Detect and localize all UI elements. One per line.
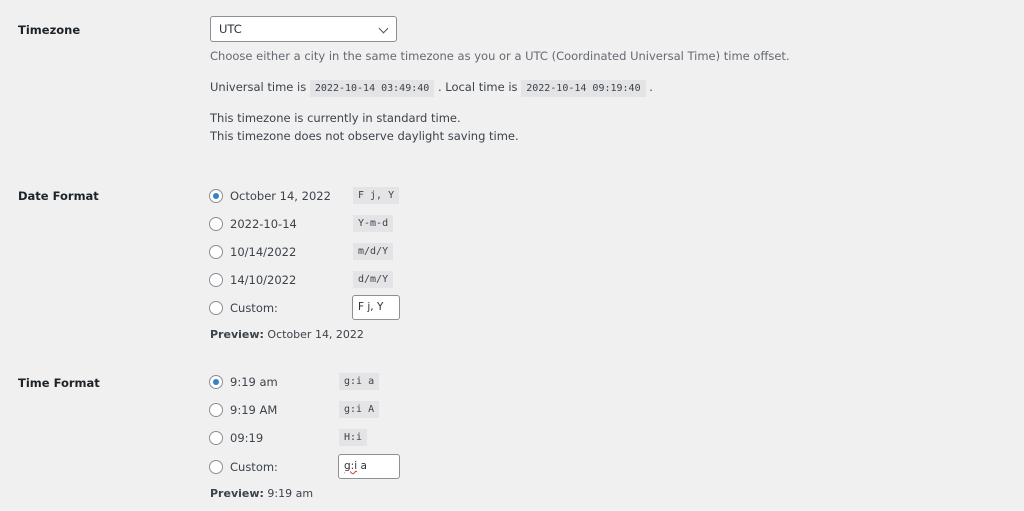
radio-icon[interactable] (209, 245, 223, 259)
time-option-format: g:i A (339, 401, 380, 418)
radio-checked-icon[interactable] (209, 189, 223, 203)
timezone-description: Choose either a city in the same timezon… (210, 49, 790, 63)
time-option-label: 9:19 am (230, 375, 278, 389)
date-preview-label: Preview: (210, 328, 264, 341)
local-time-value: 2022-10-14 09:19:40 (521, 80, 646, 97)
time-preview: Preview: 9:19 am (210, 487, 313, 500)
date-option-label: October 14, 2022 (230, 189, 331, 203)
date-custom-label: Custom: (230, 301, 278, 315)
radio-icon[interactable] (209, 403, 223, 417)
universal-time-value: 2022-10-14 03:49:40 (309, 80, 435, 97)
time-custom-value-rest: a (357, 460, 367, 472)
timezone-status-dst: This timezone does not observe daylight … (210, 129, 519, 143)
radio-icon[interactable] (209, 460, 223, 474)
date-option-format: m/d/Y (353, 243, 394, 260)
spellcheck-underline: g:i (344, 460, 358, 472)
time-option-format: g:i a (339, 373, 380, 390)
date-preview: Preview: October 14, 2022 (210, 328, 364, 341)
date-format-label: Date Format (18, 189, 99, 203)
universal-time-prefix: Universal time is (210, 80, 307, 94)
radio-icon[interactable] (209, 431, 223, 445)
time-preview-value: 9:19 am (267, 487, 314, 500)
date-option-label: 14/10/2022 (230, 273, 297, 287)
time-preview-label: Preview: (210, 487, 264, 500)
local-time-suffix: . (649, 80, 653, 94)
time-custom-label: Custom: (230, 460, 278, 474)
date-custom-format-input[interactable]: F j, Y (352, 295, 400, 320)
time-readout: Universal time is 2022-10-14 03:49:40 . … (210, 80, 653, 97)
radio-icon[interactable] (209, 273, 223, 287)
date-option-format: F j, Y (353, 187, 400, 204)
radio-icon[interactable] (209, 217, 223, 231)
radio-checked-icon[interactable] (209, 375, 223, 389)
local-time-prefix: . Local time is (437, 80, 518, 94)
timezone-select-value: UTC (219, 22, 242, 36)
radio-icon[interactable] (209, 301, 223, 315)
time-format-label: Time Format (18, 376, 100, 390)
date-option-label: 2022-10-14 (230, 217, 297, 231)
chevron-down-icon (378, 23, 389, 34)
time-custom-format-input[interactable]: g:i a (338, 454, 400, 479)
date-preview-value: October 14, 2022 (267, 328, 364, 341)
time-option-label: 9:19 AM (230, 403, 278, 417)
date-option-label: 10/14/2022 (230, 245, 297, 259)
date-option-format: Y-m-d (353, 215, 394, 232)
date-option-format: d/m/Y (353, 271, 394, 288)
time-option-format: H:i (339, 429, 368, 446)
timezone-status-standard: This timezone is currently in standard t… (210, 111, 461, 125)
time-option-label: 09:19 (230, 431, 264, 445)
timezone-label: Timezone (18, 23, 81, 37)
timezone-select[interactable]: UTC (210, 16, 397, 42)
